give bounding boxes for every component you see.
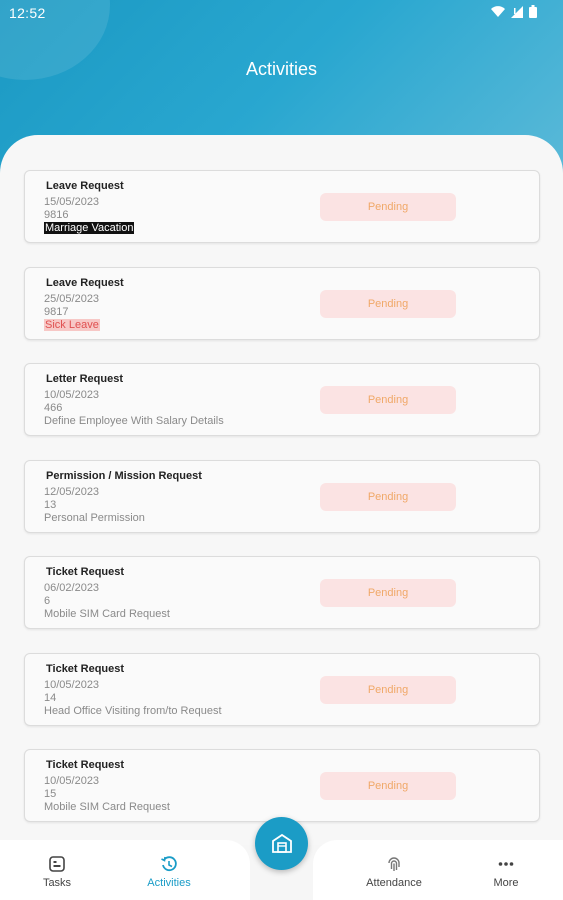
- nav-tasks[interactable]: Tasks: [38, 855, 76, 889]
- activity-card[interactable]: Ticket Request 06/02/2023 6 Mobile SIM C…: [24, 556, 540, 629]
- wifi-icon: [491, 5, 505, 17]
- nav-attendance-label: Attendance: [366, 877, 422, 889]
- activity-type: Ticket Request: [46, 759, 125, 771]
- nav-activities-label: Activities: [147, 877, 191, 889]
- activity-description: Mobile SIM Card Request: [44, 801, 170, 813]
- home-fab-button[interactable]: [255, 817, 308, 870]
- status-badge: Pending: [320, 386, 456, 414]
- tasks-icon: [49, 856, 65, 872]
- nav-more-label: More: [493, 877, 519, 889]
- battery-icon: [529, 5, 537, 18]
- activity-date: 12/05/2023: [44, 485, 100, 498]
- activity-description: Define Employee With Salary Details: [44, 415, 224, 427]
- activity-date: 10/05/2023: [44, 678, 100, 691]
- activity-type: Leave Request: [46, 276, 124, 289]
- status-badge: Pending: [320, 482, 456, 511]
- history-icon: [161, 856, 177, 872]
- activity-id: 6: [44, 595, 51, 607]
- status-time: 12:52: [9, 5, 46, 21]
- activity-type: Ticket Request: [46, 662, 125, 675]
- nav-attendance[interactable]: Attendance: [362, 855, 426, 889]
- activity-list: Leave Request 15/05/2023 9816 Marriage V…: [24, 170, 540, 846]
- status-badge: Pending: [320, 193, 456, 221]
- activity-date: 15/05/2023: [44, 196, 100, 208]
- activity-description: Marriage Vacation: [44, 222, 135, 234]
- activity-date: 06/02/2023: [44, 582, 100, 594]
- activity-id: 13: [44, 498, 57, 511]
- status-badge: Pending: [320, 675, 456, 704]
- activity-date: 10/05/2023: [44, 389, 100, 401]
- activity-type: Ticket Request: [46, 566, 125, 578]
- activity-card[interactable]: Leave Request 15/05/2023 9816 Marriage V…: [24, 170, 540, 243]
- activity-card[interactable]: Ticket Request 10/05/2023 14 Head Office…: [24, 652, 540, 726]
- activity-card[interactable]: Permission / Mission Request 12/05/2023 …: [24, 459, 540, 533]
- status-badge: Pending: [320, 579, 456, 607]
- activity-date: 10/05/2023: [44, 775, 100, 787]
- activity-type: Letter Request: [46, 373, 124, 385]
- activity-id: 15: [44, 788, 57, 800]
- activity-description: Personal Permission: [44, 511, 145, 524]
- nav-activities[interactable]: Activities: [140, 855, 198, 889]
- page-title: Activities: [245, 59, 317, 79]
- bottom-nav-right: [313, 840, 563, 900]
- nav-more[interactable]: More: [490, 855, 522, 889]
- activity-id: 9816: [44, 209, 69, 221]
- nav-tasks-label: Tasks: [42, 877, 72, 889]
- activity-id: 466: [44, 402, 63, 414]
- activity-description: Sick Leave: [44, 318, 100, 331]
- activity-card[interactable]: Ticket Request 10/05/2023 15 Mobile SIM …: [24, 749, 540, 822]
- activity-type: Leave Request: [46, 180, 124, 192]
- activity-id: 9817: [44, 305, 69, 318]
- activity-date: 25/05/2023: [44, 292, 100, 305]
- activity-description: Mobile SIM Card Request: [44, 608, 170, 620]
- activity-card[interactable]: Letter Request 10/05/2023 466 Define Emp…: [24, 363, 540, 436]
- signal-icon: [511, 5, 523, 18]
- store-icon: [271, 833, 292, 853]
- activity-id: 14: [44, 691, 57, 704]
- activity-card[interactable]: Leave Request 25/05/2023 9817 Sick Leave…: [24, 266, 540, 340]
- status-badge: Pending: [320, 772, 456, 800]
- status-badge: Pending: [320, 289, 456, 318]
- fingerprint-icon: [388, 857, 400, 871]
- more-dots-icon: [498, 862, 514, 866]
- activity-description: Head Office Visiting from/to Request: [44, 704, 222, 717]
- status-icons: [491, 5, 537, 18]
- status-bar: 12:52: [0, 0, 563, 26]
- activity-type: Permission / Mission Request: [46, 469, 202, 482]
